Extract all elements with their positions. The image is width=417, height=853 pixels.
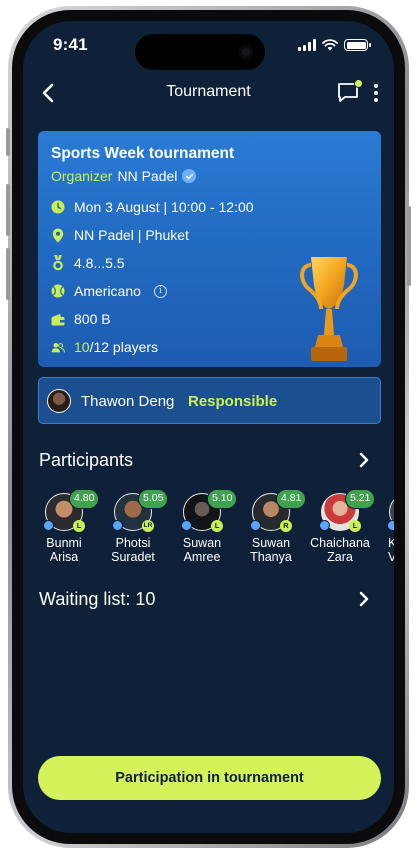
level-row: 4.8...5.5 bbox=[51, 255, 125, 271]
organizer-label: Organizer bbox=[51, 168, 113, 184]
players-row: 10/12 players bbox=[51, 339, 158, 355]
verified-badge-icon bbox=[250, 520, 261, 531]
organizer-name[interactable]: NN Padel bbox=[117, 168, 177, 184]
price-row: 800 B bbox=[51, 311, 111, 327]
participant-name: Photsi Suradet bbox=[111, 536, 155, 564]
chat-button[interactable] bbox=[336, 79, 363, 104]
side-badge: L bbox=[73, 520, 85, 532]
volume-up-button bbox=[6, 184, 10, 236]
players-current: 10 bbox=[74, 339, 90, 355]
participants-more-button[interactable] bbox=[356, 452, 372, 468]
notification-dot bbox=[354, 79, 363, 88]
status-icons bbox=[298, 39, 371, 51]
verified-badge-icon bbox=[112, 520, 123, 531]
wallet-icon bbox=[51, 312, 65, 326]
date-time: Mon 3 August | 10:00 - 12:00 bbox=[74, 199, 254, 215]
waiting-list-heading[interactable]: Waiting list: 10 bbox=[39, 589, 155, 610]
cellular-signal-icon bbox=[298, 39, 316, 51]
tournament-card: Sports Week tournament Organizer NN Pade… bbox=[38, 131, 381, 367]
format: Americano bbox=[74, 283, 141, 299]
wifi-icon bbox=[322, 39, 338, 51]
side-badge: L bbox=[349, 520, 361, 532]
rating-badge: 5.05 bbox=[138, 489, 169, 509]
participant-item[interactable]: 4.81 R Suwan Thanya bbox=[234, 489, 307, 569]
participant-name: Bunmi Arisa bbox=[46, 536, 82, 564]
participants-list: 4.80 L Bunmi Arisa 5.05 LR Photsi Suradet … bbox=[23, 489, 394, 569]
navigation-bar: Tournament bbox=[23, 77, 394, 109]
participants-heading[interactable]: Participants bbox=[39, 450, 133, 471]
responsible-row[interactable]: Thawon Deng Responsible bbox=[38, 377, 381, 424]
volume-down-button bbox=[6, 248, 10, 300]
waiting-list-more-button[interactable] bbox=[356, 591, 372, 607]
dynamic-island bbox=[135, 34, 265, 70]
format-row: Americano i bbox=[51, 283, 167, 299]
location-row: NN Padel | Phuket bbox=[51, 227, 189, 243]
chevron-right-icon bbox=[359, 452, 369, 468]
trophy-icon bbox=[300, 257, 358, 361]
participant-item[interactable]: KV bbox=[371, 489, 394, 569]
participant-item[interactable]: 5.10 L Suwan Amree bbox=[165, 489, 238, 569]
rating-badge: 5.10 bbox=[207, 489, 238, 509]
side-badge: R bbox=[280, 520, 292, 532]
organizer-row: Organizer NN Padel bbox=[51, 168, 197, 184]
participant-item[interactable]: 5.21 L Chaichana Zara bbox=[303, 489, 376, 569]
location[interactable]: NN Padel | Phuket bbox=[74, 227, 189, 243]
medal-icon bbox=[51, 255, 65, 271]
participant-item[interactable]: 5.05 LR Photsi Suradet bbox=[96, 489, 169, 569]
verified-badge-icon bbox=[182, 169, 197, 183]
side-badge: L bbox=[211, 520, 223, 532]
date-time-row: Mon 3 August | 10:00 - 12:00 bbox=[51, 199, 254, 215]
app-screen: 9:41 Tournament Sports Week tournament O… bbox=[23, 21, 394, 833]
participant-item[interactable]: 4.80 L Bunmi Arisa bbox=[27, 489, 100, 569]
power-button bbox=[407, 206, 411, 286]
battery-icon bbox=[344, 39, 371, 51]
responsible-badge: Responsible bbox=[188, 393, 278, 410]
side-badge: LR bbox=[142, 520, 154, 532]
participant-name: Suwan Amree bbox=[182, 536, 222, 564]
participant-name: KV bbox=[388, 536, 394, 564]
tennis-ball-icon bbox=[51, 284, 65, 298]
info-icon[interactable]: i bbox=[153, 284, 167, 298]
verified-badge-icon bbox=[319, 520, 330, 531]
users-icon bbox=[51, 340, 65, 354]
rating-badge: 4.81 bbox=[276, 489, 307, 509]
price: 800 B bbox=[74, 311, 111, 327]
status-time: 9:41 bbox=[53, 35, 88, 54]
verified-badge-icon bbox=[43, 520, 54, 531]
level-range: 4.8...5.5 bbox=[74, 255, 125, 271]
more-options-button[interactable] bbox=[370, 81, 382, 105]
clock-icon bbox=[51, 200, 65, 214]
participate-button[interactable]: Participation in tournament bbox=[38, 756, 381, 800]
participant-name: Suwan Thanya bbox=[250, 536, 292, 564]
action-button bbox=[6, 128, 10, 156]
camera-icon bbox=[239, 45, 253, 59]
participant-name: Chaichana Zara bbox=[310, 536, 370, 564]
chevron-right-icon bbox=[359, 591, 369, 607]
verified-badge-icon bbox=[181, 520, 192, 531]
verified-badge-icon bbox=[387, 520, 394, 531]
players-total: /12 players bbox=[89, 339, 159, 355]
responsible-name: Thawon Deng bbox=[81, 393, 175, 410]
tournament-title: Sports Week tournament bbox=[51, 145, 235, 162]
rating-badge: 4.80 bbox=[69, 489, 100, 509]
location-pin-icon bbox=[51, 228, 65, 242]
avatar bbox=[47, 389, 71, 413]
